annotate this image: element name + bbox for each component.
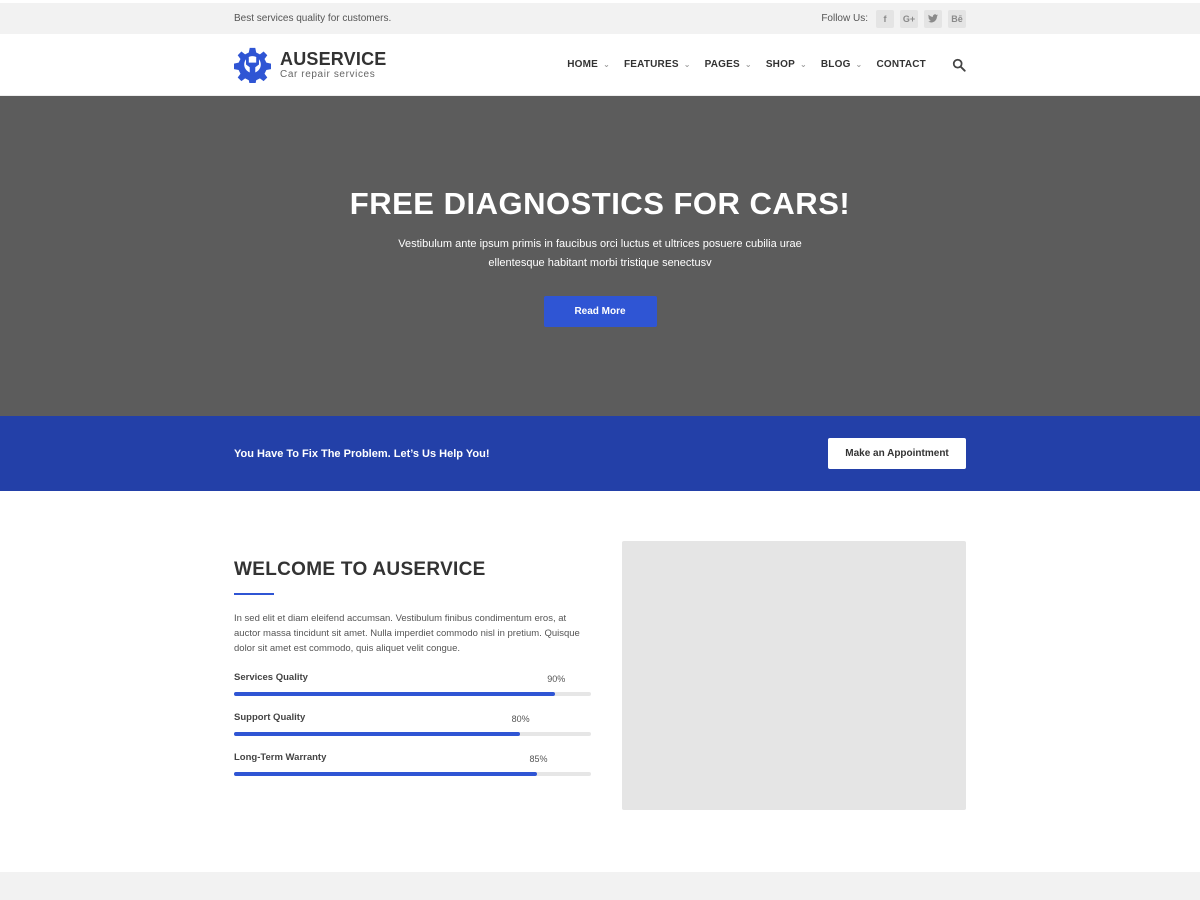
brand-name: AUSERVICE xyxy=(280,48,387,69)
nav-item-home[interactable]: HOME ⌄ xyxy=(567,59,610,70)
cta-text: You Have To Fix The Problem. Let’s Us He… xyxy=(234,447,490,460)
progress-bar xyxy=(234,732,591,736)
chevron-down-icon: ⌄ xyxy=(603,60,610,69)
footer-strip xyxy=(0,872,1200,900)
nav-item-features[interactable]: FEATURES ⌄ xyxy=(624,59,691,70)
skill-long-term-warranty: Long-Term Warranty 85% xyxy=(234,752,591,776)
welcome-text: In sed elit et diam eleifend accumsan. V… xyxy=(234,613,580,654)
logo[interactable]: AUSERVICE Car repair services xyxy=(234,46,387,83)
chevron-down-icon: ⌄ xyxy=(855,60,863,69)
nav-item-contact[interactable]: CONTACT xyxy=(876,59,926,70)
hero-text: Vestibulum ante ipsum primis in faucibus… xyxy=(398,238,802,269)
welcome-title: WELCOME TO AUSERVICE xyxy=(234,559,486,580)
skill-label: Long-Term Warranty xyxy=(234,752,327,763)
main-nav: HOME ⌄ FEATURES ⌄ PAGES ⌄ SHOP ⌄ BLOG ⌄ CONTA… xyxy=(553,58,966,72)
gear-wrench-icon xyxy=(234,47,271,83)
progress-bar xyxy=(234,772,591,776)
skill-percent: 85% xyxy=(529,754,548,764)
nav-item-blog[interactable]: BLOG ⌄ xyxy=(821,59,863,70)
search-icon[interactable] xyxy=(952,58,966,72)
behance-icon[interactable]: Bē xyxy=(948,9,966,28)
skill-support-quality: Support Quality 80% xyxy=(234,712,591,736)
skill-percent: 80% xyxy=(511,714,530,724)
hero-title: FREE DIAGNOSTICS FOR CARS! xyxy=(349,186,851,221)
skill-services-quality: Services Quality 90% xyxy=(234,672,591,696)
make-appointment-button[interactable]: Make an Appointment xyxy=(828,438,966,469)
chevron-down-icon: ⌄ xyxy=(799,60,807,69)
google-plus-icon[interactable]: G+ xyxy=(900,9,918,28)
chevron-down-icon: ⌄ xyxy=(683,60,691,69)
top-bar: Best services quality for customers. Fol… xyxy=(0,0,1200,34)
social-links: Follow Us: f G+ Bē xyxy=(821,9,966,28)
progress-fill xyxy=(234,772,538,776)
image-placeholder xyxy=(622,541,966,810)
skill-percent: 90% xyxy=(547,674,566,684)
chevron-down-icon: ⌄ xyxy=(744,60,752,69)
follow-label: Follow Us: xyxy=(821,13,868,24)
read-more-button[interactable]: Read More xyxy=(543,296,657,327)
progress-fill xyxy=(234,692,556,696)
twitter-icon[interactable] xyxy=(924,9,942,28)
skill-label: Services Quality xyxy=(234,672,308,683)
brand-tagline: Car repair services xyxy=(280,68,376,80)
skill-label: Support Quality xyxy=(234,712,306,723)
welcome-section: WELCOME TO AUSERVICE In sed elit et diam… xyxy=(0,491,1200,872)
site-header: AUSERVICE Car repair services HOME ⌄ FEAT… xyxy=(0,34,1200,96)
progress-bar xyxy=(234,692,591,696)
nav-item-pages[interactable]: PAGES ⌄ xyxy=(705,59,752,70)
nav-item-shop[interactable]: SHOP ⌄ xyxy=(766,59,807,70)
progress-fill xyxy=(234,732,520,736)
title-underline xyxy=(234,593,274,595)
cta-bar: You Have To Fix The Problem. Let’s Us He… xyxy=(0,416,1200,491)
tagline: Best services quality for customers. xyxy=(234,13,392,24)
facebook-icon[interactable]: f xyxy=(876,9,894,28)
hero-banner: FREE DIAGNOSTICS FOR CARS! Vestibulum an… xyxy=(0,96,1200,416)
